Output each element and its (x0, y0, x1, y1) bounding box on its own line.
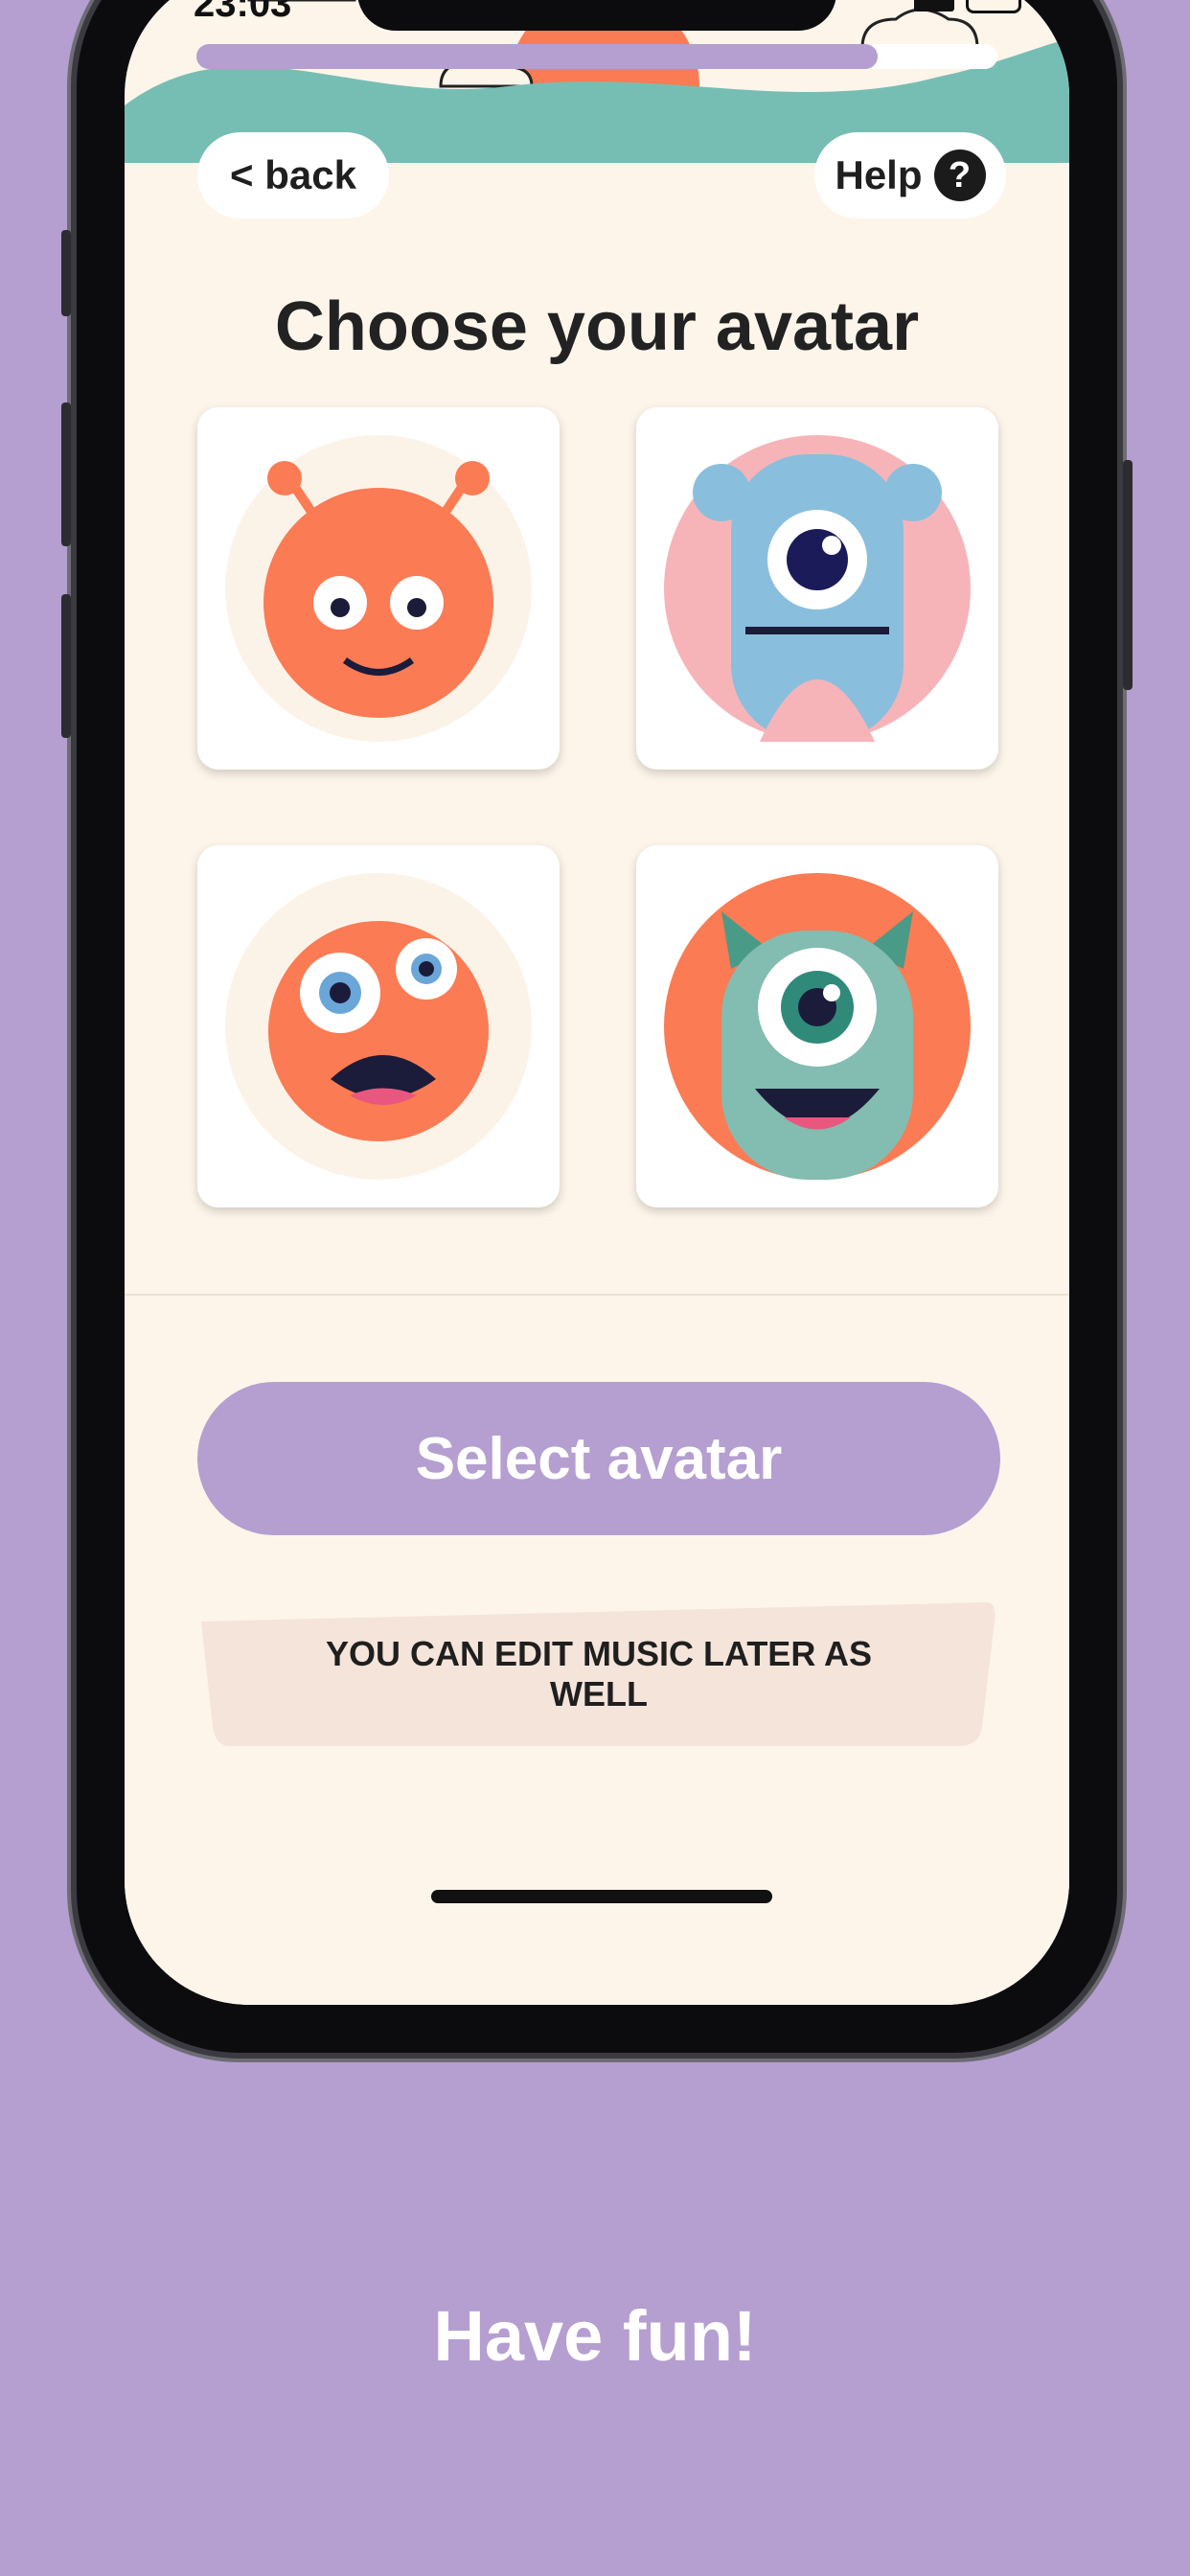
signal-icon (914, 0, 954, 12)
avatar-tile[interactable] (636, 845, 998, 1208)
notch (357, 0, 836, 31)
battery-icon (966, 0, 1021, 13)
page-title: Choose your avatar (274, 288, 920, 365)
progress-bar (196, 44, 997, 69)
avatar-tile[interactable] (636, 407, 998, 770)
avatar-tile[interactable] (197, 407, 560, 770)
note-text: YOU CAN EDIT MUSIC LATER AS WELL (325, 1634, 872, 1714)
status-icons (914, 0, 1021, 13)
select-avatar-button[interactable]: Select avatar (197, 1382, 1000, 1535)
avatar-tile[interactable] (197, 845, 560, 1208)
progress-fill (196, 44, 878, 69)
shaggy-monster-avatar-icon (225, 873, 532, 1180)
tagline: Have fun! (433, 2296, 757, 2376)
bottom-panel: Select avatar YOU CAN EDIT MUSIC LATER A… (125, 1294, 1069, 2005)
back-button[interactable]: < back (197, 132, 389, 218)
help-label: Help (835, 152, 923, 197)
question-icon: ? (933, 150, 986, 201)
orange-monster-avatar-icon (225, 435, 532, 742)
blue-monster-avatar-icon (664, 435, 971, 742)
help-button[interactable]: Help ? (814, 132, 1006, 218)
mute-switch (61, 230, 71, 316)
edit-later-note: YOU CAN EDIT MUSIC LATER AS WELL (201, 1602, 996, 1746)
status-time: 23:03 (194, 0, 292, 25)
phone-frame: 23:03 < back Help ? Choose your avatar S… (61, 0, 1133, 2053)
volume-down-button (61, 594, 71, 738)
app-screen: 23:03 < back Help ? Choose your avatar S… (125, 0, 1069, 2005)
power-button (1123, 460, 1133, 690)
volume-up-button (61, 402, 71, 546)
home-indicator[interactable] (431, 1890, 772, 1903)
teal-monster-avatar-icon (664, 873, 971, 1180)
cloud-right (860, 8, 979, 50)
